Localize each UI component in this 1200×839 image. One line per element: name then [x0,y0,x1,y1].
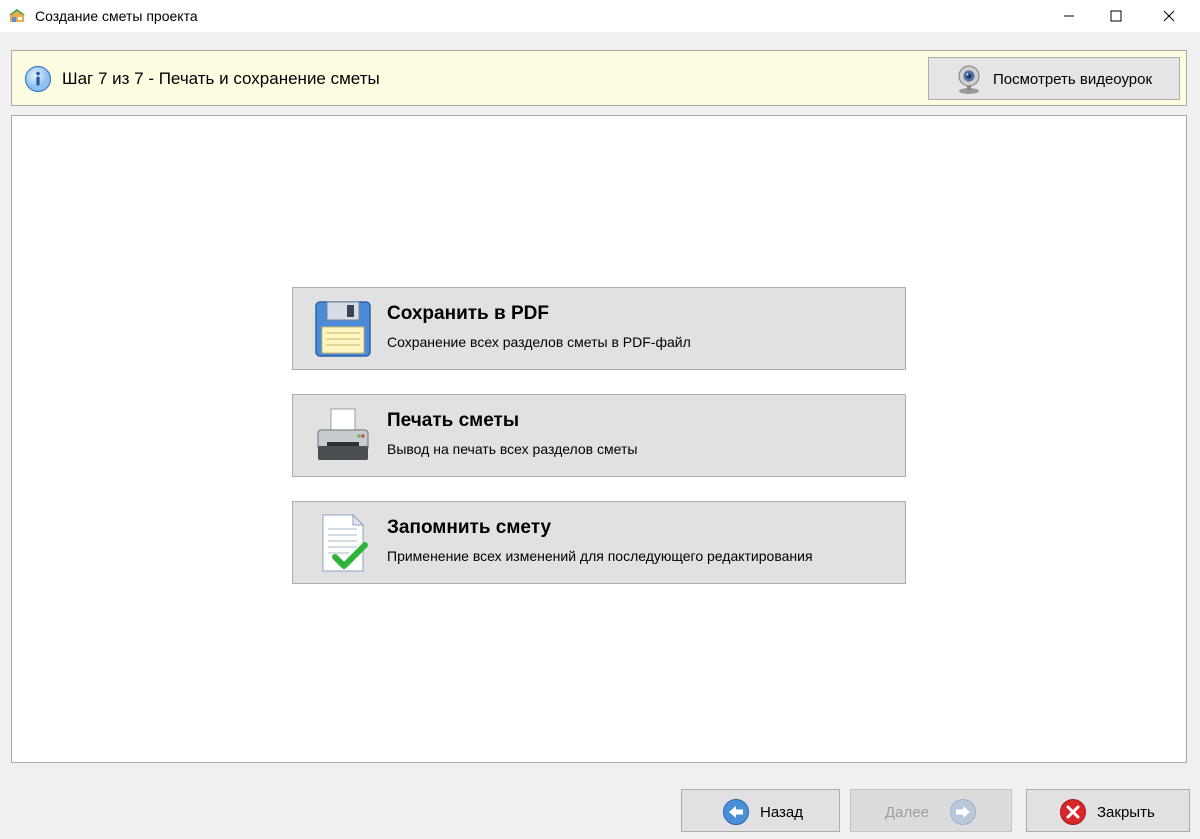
window-title: Создание сметы проекта [35,8,198,24]
next-label: Далее [885,804,929,821]
close-label: Закрыть [1097,804,1155,821]
print-description: Вывод на печать всех разделов сметы [387,441,638,457]
document-check-icon [322,513,368,572]
window-close-button[interactable] [1146,0,1192,32]
close-icon [1163,10,1175,22]
minimize-icon [1064,15,1074,17]
remember-estimate-description: Применение всех изменений для последующе… [387,548,813,564]
minimize-button[interactable] [1046,0,1092,32]
step-header: Шаг 7 из 7 - Печать и сохранение сметы П… [11,50,1187,106]
printer-icon [317,408,369,460]
remember-estimate-button[interactable]: Запомнить смету Применение всех изменени… [292,501,906,584]
arrow-left-icon [723,799,749,825]
house-icon [9,9,25,22]
maximize-icon [1110,10,1122,22]
close-button[interactable]: Закрыть [1026,789,1190,832]
close-circle-icon [1060,799,1086,825]
arrow-right-icon [950,799,976,825]
back-button[interactable]: Назад [681,789,840,832]
webcam-icon [958,65,980,94]
save-pdf-button[interactable]: Сохранить в PDF Сохранение всех разделов… [292,287,906,370]
save-pdf-title: Сохранить в PDF [387,303,549,324]
next-button[interactable]: Далее [850,789,1012,832]
maximize-button[interactable] [1093,0,1139,32]
step-title: Шаг 7 из 7 - Печать и сохранение сметы [62,69,380,88]
print-title: Печать сметы [387,410,520,431]
save-pdf-description: Сохранение всех разделов сметы в PDF-фай… [387,334,691,350]
content-panel: Сохранить в PDF Сохранение всех разделов… [11,115,1187,763]
info-icon [24,65,52,93]
remember-estimate-title: Запомнить смету [387,517,552,538]
print-button[interactable]: Печать сметы Вывод на печать всех раздел… [292,394,906,477]
floppy-disk-icon [315,301,371,357]
title-bar: Создание сметы проекта [0,0,1200,32]
back-label: Назад [760,804,803,821]
watch-video-button[interactable]: Посмотреть видеоурок [928,57,1180,100]
watch-video-label: Посмотреть видеоурок [993,71,1153,88]
